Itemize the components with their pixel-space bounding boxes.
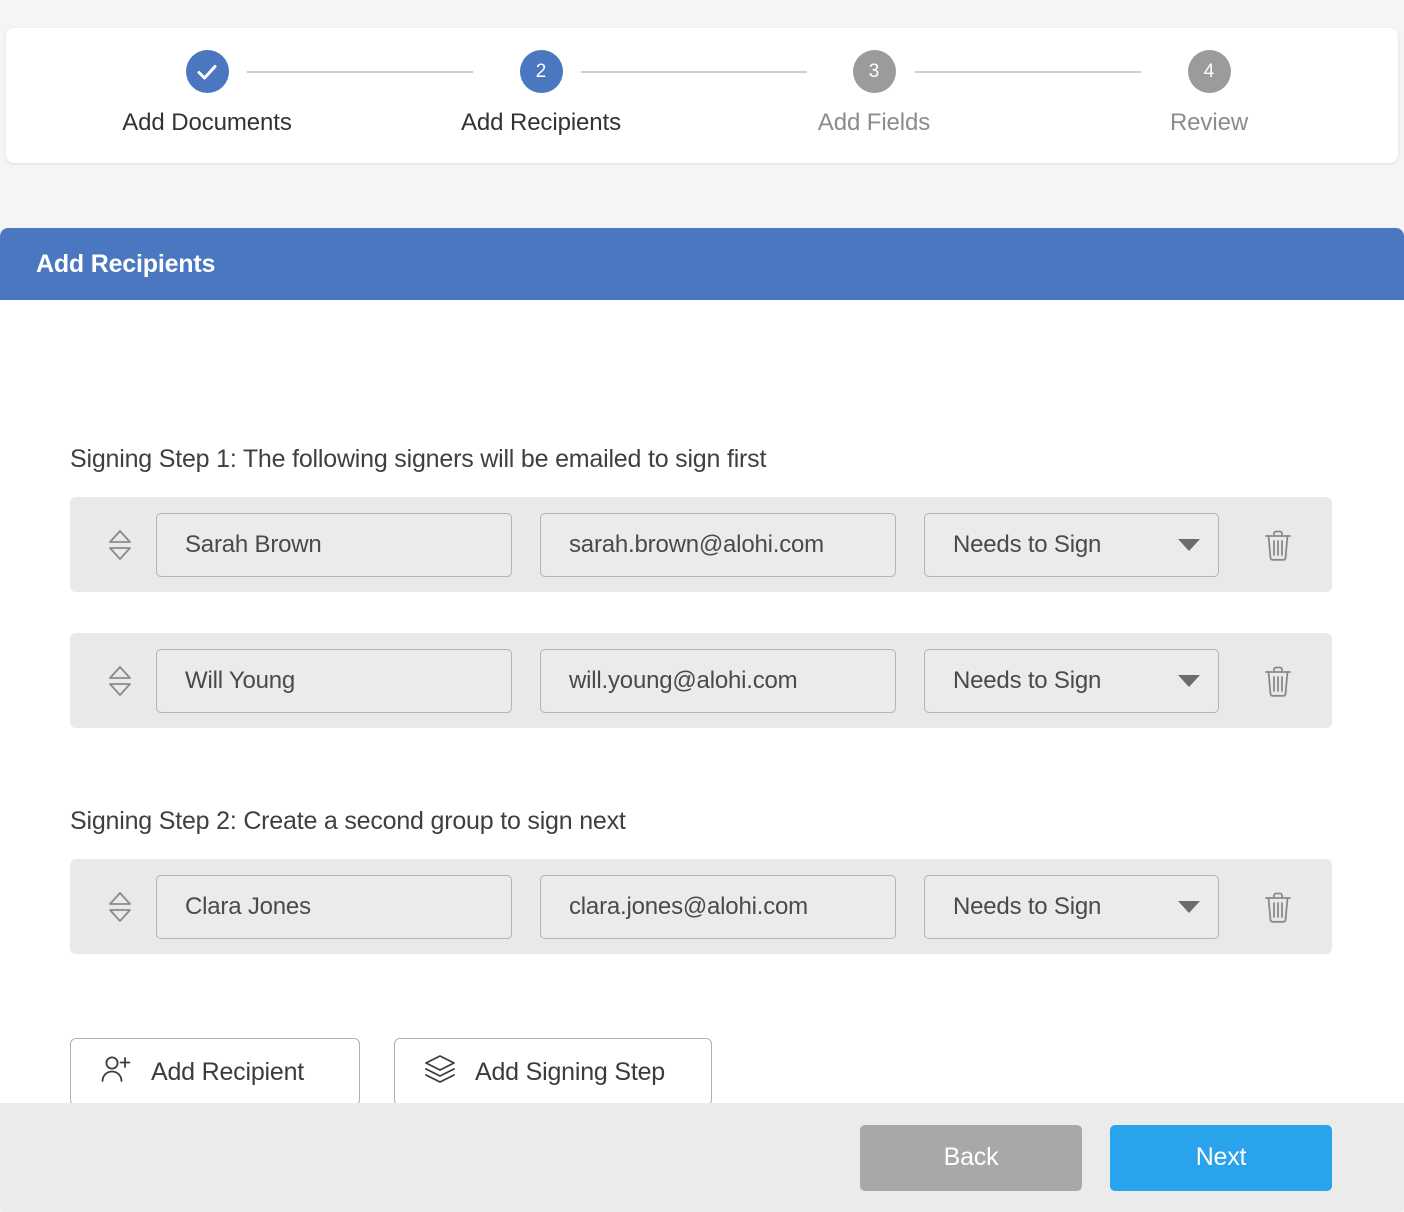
panel-footer: Back Next xyxy=(0,1103,1404,1212)
layers-icon xyxy=(423,1052,457,1093)
recipient-email-input[interactable]: clara.jones@alohi.com xyxy=(540,875,896,939)
delete-recipient-button[interactable] xyxy=(1249,889,1307,925)
person-plus-icon xyxy=(99,1052,133,1093)
recipient-email-input[interactable]: sarah.brown@alohi.com xyxy=(540,513,896,577)
recipient-name-input[interactable]: Clara Jones xyxy=(156,875,512,939)
back-button[interactable]: Back xyxy=(860,1125,1082,1191)
recipient-email-input[interactable]: will.young@alohi.com xyxy=(540,649,896,713)
recipient-role-select[interactable]: Needs to Sign xyxy=(924,875,1219,939)
stepper-label-add-recipients: Add Recipients xyxy=(431,109,651,137)
add-recipient-button[interactable]: Add Recipient xyxy=(70,1038,360,1106)
chevron-down-icon xyxy=(1178,675,1200,687)
recipient-role-select[interactable]: Needs to Sign xyxy=(924,649,1219,713)
recipient-name-input[interactable]: Will Young xyxy=(156,649,512,713)
recipient-role-value: Needs to Sign xyxy=(953,531,1170,559)
progress-stepper: Add Documents 2 Add Recipients 3 Add Fie… xyxy=(6,28,1398,163)
step-circle-2: 2 xyxy=(520,50,563,93)
recipient-role-value: Needs to Sign xyxy=(953,893,1170,921)
stepper-step-add-documents[interactable]: Add Documents xyxy=(97,50,317,137)
next-button[interactable]: Next xyxy=(1110,1125,1332,1191)
recipient-role-select[interactable]: Needs to Sign xyxy=(924,513,1219,577)
stepper-label-add-fields: Add Fields xyxy=(764,109,984,137)
panel-title: Add Recipients xyxy=(36,250,215,279)
add-signing-step-label: Add Signing Step xyxy=(475,1058,665,1087)
recipient-role-value: Needs to Sign xyxy=(953,667,1170,695)
delete-recipient-button[interactable] xyxy=(1249,527,1307,563)
delete-recipient-button[interactable] xyxy=(1249,663,1307,699)
reorder-handle-icon[interactable] xyxy=(98,664,142,698)
chevron-down-icon xyxy=(1178,901,1200,913)
add-recipients-panel: Add Recipients Signing Step 1: The follo… xyxy=(0,228,1404,1212)
stepper-label-review: Review xyxy=(1099,109,1319,137)
panel-header: Add Recipients xyxy=(0,228,1404,300)
step-number-3: 3 xyxy=(869,62,880,81)
recipient-action-buttons: Add Recipient Add Signing Step xyxy=(70,1038,712,1106)
add-recipient-label: Add Recipient xyxy=(151,1058,304,1087)
panel-body: Signing Step 1: The following signers wi… xyxy=(0,300,1404,1103)
chevron-down-icon xyxy=(1178,539,1200,551)
stepper-step-add-recipients[interactable]: 2 Add Recipients xyxy=(431,50,651,137)
step-circle-4: 4 xyxy=(1188,50,1231,93)
signing-step-2-title: Signing Step 2: Create a second group to… xyxy=(70,807,626,836)
add-signing-step-button[interactable]: Add Signing Step xyxy=(394,1038,712,1106)
stepper-label-add-documents: Add Documents xyxy=(97,109,317,137)
step-number-4: 4 xyxy=(1204,62,1215,81)
reorder-handle-icon[interactable] xyxy=(98,528,142,562)
check-icon xyxy=(195,60,219,84)
step-circle-3: 3 xyxy=(853,50,896,93)
recipient-row[interactable]: Will Young will.young@alohi.com Needs to… xyxy=(70,633,1332,728)
signing-step-1-title: Signing Step 1: The following signers wi… xyxy=(70,445,766,474)
stepper-step-add-fields[interactable]: 3 Add Fields xyxy=(764,50,984,137)
recipient-row[interactable]: Clara Jones clara.jones@alohi.com Needs … xyxy=(70,859,1332,954)
stepper-step-review[interactable]: 4 Review xyxy=(1099,50,1319,137)
recipient-name-input[interactable]: Sarah Brown xyxy=(156,513,512,577)
step-number-2: 2 xyxy=(536,62,547,81)
recipient-row[interactable]: Sarah Brown sarah.brown@alohi.com Needs … xyxy=(70,497,1332,592)
reorder-handle-icon[interactable] xyxy=(98,890,142,924)
progress-stepper-card: Add Documents 2 Add Recipients 3 Add Fie… xyxy=(6,28,1398,163)
step-circle-1 xyxy=(186,50,229,93)
